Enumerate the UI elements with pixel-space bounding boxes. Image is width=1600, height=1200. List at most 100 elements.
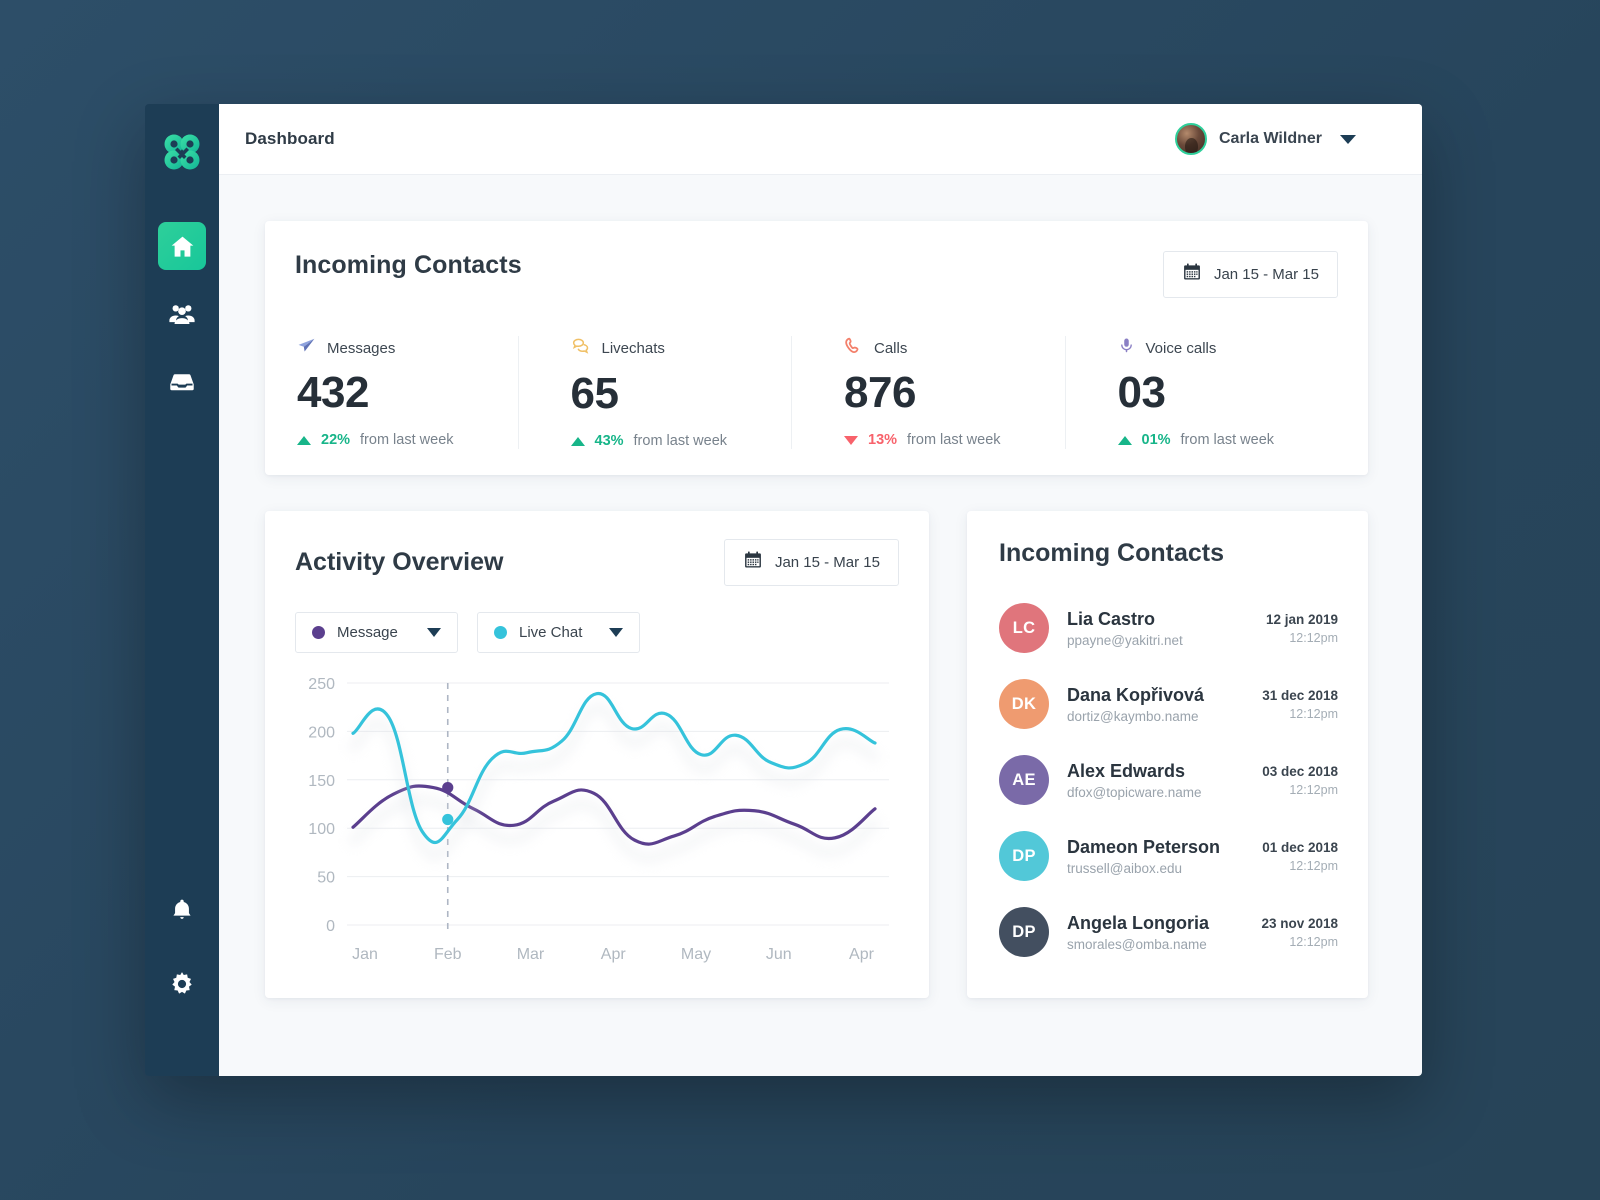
series-color-dot (494, 626, 507, 640)
stat-messages: Messages 432 22% from last week (295, 336, 519, 450)
stat-value: 65 (570, 369, 619, 418)
contact-email: dortiz@kaymbo.name (1067, 709, 1199, 725)
contact-row[interactable]: AE Alex Edwards dfox@topicware.name 03 dec … (999, 742, 1338, 818)
series-marker-dot (442, 782, 454, 794)
contact-meta: 01 dec 2018 12:12pm (1262, 840, 1338, 873)
stat-livechats: Livechats 65 43% from last week (519, 336, 792, 450)
stat-percent: 22% (321, 432, 351, 449)
contact-date: 01 dec 2018 (1262, 839, 1338, 855)
top-bar: Dashboard Carla Wildner (219, 104, 1422, 175)
sidebar-item-inbox[interactable] (158, 358, 206, 406)
activity-overview-card: Activity Overview Jan 15 - Mar 15 Messag… (265, 511, 929, 999)
contact-avatar: DP (999, 907, 1049, 958)
contact-row[interactable]: LC Lia Castro ppayne@yakitri.net 12 jan 201… (999, 590, 1338, 666)
bell-icon (169, 897, 195, 923)
sidebar-item-settings[interactable] (158, 960, 206, 1008)
sidebar (145, 104, 219, 1076)
contact-time: 12:12pm (1289, 706, 1338, 721)
chat-bubbles-icon (571, 336, 591, 361)
activity-header: Activity Overview Jan 15 - Mar 15 (295, 539, 899, 587)
stat-delta: 43% from last week (570, 433, 768, 450)
y-axis-tick-label: 0 (326, 918, 335, 935)
series-color-dot (312, 626, 325, 640)
contact-time: 12:12pm (1289, 858, 1338, 873)
contact-time: 12:12pm (1289, 934, 1338, 949)
app-window: Dashboard Carla Wildner Incoming Contact… (145, 104, 1422, 1076)
series-marker-dot (442, 814, 454, 826)
activity-date-range-picker[interactable]: Jan 15 - Mar 15 (723, 539, 899, 587)
contact-avatar: DK (999, 679, 1049, 730)
contact-date: 31 dec 2018 (1262, 687, 1338, 703)
series-select-label: Message (337, 624, 398, 642)
activity-card-title: Activity Overview (295, 548, 504, 577)
stat-delta: 22% from last week (297, 432, 494, 448)
series-select-live-chat[interactable]: Live Chat (477, 612, 640, 654)
stats-date-range-picker[interactable]: Jan 15 - Mar 15 (1162, 251, 1338, 298)
stat-note: from last week (360, 432, 454, 449)
stat-note: from last week (1180, 432, 1275, 449)
contact-list: LC Lia Castro ppayne@yakitri.net 12 jan 201… (999, 590, 1338, 970)
contact-name: Dana Kopřivová (1067, 685, 1205, 706)
contact-name: Lia Castro (1067, 609, 1156, 630)
incoming-contacts-list-card: Incoming Contacts LC Lia Castro ppayne@yak… (967, 511, 1368, 999)
trend-up-icon (297, 435, 311, 445)
contact-avatar: AE (999, 755, 1049, 806)
content-area: Incoming Contacts Jan 15 - Mar 15 Messag… (219, 175, 1422, 1076)
stat-value: 03 (1117, 368, 1166, 417)
user-menu[interactable]: Carla Wildner (1175, 123, 1356, 155)
contact-name: Alex Edwards (1067, 761, 1186, 782)
y-axis-tick-label: 150 (308, 773, 335, 790)
stat-value: 876 (844, 368, 916, 417)
inbox-icon (168, 368, 196, 396)
trend-up-icon (1117, 435, 1132, 445)
x-axis-tick-label: Feb (434, 946, 462, 963)
contact-name: Angela Longoria (1067, 913, 1210, 934)
x-axis-tick-label: Mar (517, 946, 545, 963)
home-icon (169, 233, 196, 260)
sidebar-item-notifications[interactable] (158, 886, 206, 934)
y-axis-tick-label: 200 (308, 725, 335, 742)
contact-time: 12:12pm (1289, 630, 1338, 645)
contact-row[interactable]: DP Angela Longoria smorales@omba.name 23 no… (999, 894, 1338, 970)
contact-meta: 12 jan 2019 12:12pm (1266, 612, 1338, 645)
chevron-down-icon[interactable] (609, 628, 623, 638)
stat-percent: 43% (594, 433, 624, 450)
user-name: Carla Wildner (1219, 130, 1322, 147)
y-axis-tick-label: 100 (308, 821, 335, 838)
people-icon (168, 300, 196, 328)
chevron-down-icon[interactable] (427, 628, 441, 638)
sidebar-item-contacts[interactable] (158, 290, 206, 338)
stats-card-title: Incoming Contacts (295, 251, 522, 279)
stat-label: Voice calls (1145, 339, 1217, 357)
activity-chart: 0 50 100 150 200 250 Jan Feb Mar Apr May Jun Apr (295, 673, 899, 978)
stats-date-range-value: Jan 15 - Mar 15 (1213, 266, 1319, 283)
series-select-label: Live Chat (519, 624, 583, 642)
contact-date: 12 jan 2019 (1265, 611, 1338, 627)
sidebar-item-home[interactable] (158, 222, 206, 270)
y-axis-tick-label: 250 (308, 676, 335, 693)
series-select-message[interactable]: Message (295, 612, 458, 654)
stat-value: 432 (297, 368, 369, 417)
x-axis-tick-label: May (681, 946, 711, 963)
contact-email: smorales@omba.name (1067, 937, 1207, 953)
contact-row[interactable]: DK Dana Kopřivová dortiz@kaymbo.name 31 dec… (999, 666, 1338, 742)
y-axis-tick-label: 50 (317, 870, 335, 887)
stat-percent: 01% (1141, 432, 1171, 449)
contact-avatar: LC (999, 603, 1049, 654)
stat-label: Messages (327, 339, 396, 357)
stat-calls: Calls 876 13% from last week (792, 336, 1066, 450)
contact-avatar: DP (999, 831, 1049, 882)
trend-up-icon (570, 436, 585, 446)
contact-meta: 03 dec 2018 12:12pm (1262, 764, 1338, 797)
paper-plane-icon (297, 336, 316, 360)
lower-row: Activity Overview Jan 15 - Mar 15 Messag… (265, 511, 1368, 999)
series-selectors: Message Live Chat (295, 612, 899, 654)
main-area: Dashboard Carla Wildner Incoming Contact… (219, 104, 1422, 1076)
stats-header: Incoming Contacts Jan 15 - Mar 15 (295, 251, 1338, 298)
contact-row[interactable]: DP Dameon Peterson trussell@aibox.edu 01 de… (999, 818, 1338, 894)
contact-meta: 31 dec 2018 12:12pm (1262, 688, 1338, 721)
contact-info: Dameon Peterson trussell@aibox.edu (1067, 836, 1262, 876)
chevron-down-icon[interactable] (1340, 134, 1356, 144)
stat-label: Calls (874, 339, 908, 357)
contacts-card-title: Incoming Contacts (999, 539, 1225, 568)
